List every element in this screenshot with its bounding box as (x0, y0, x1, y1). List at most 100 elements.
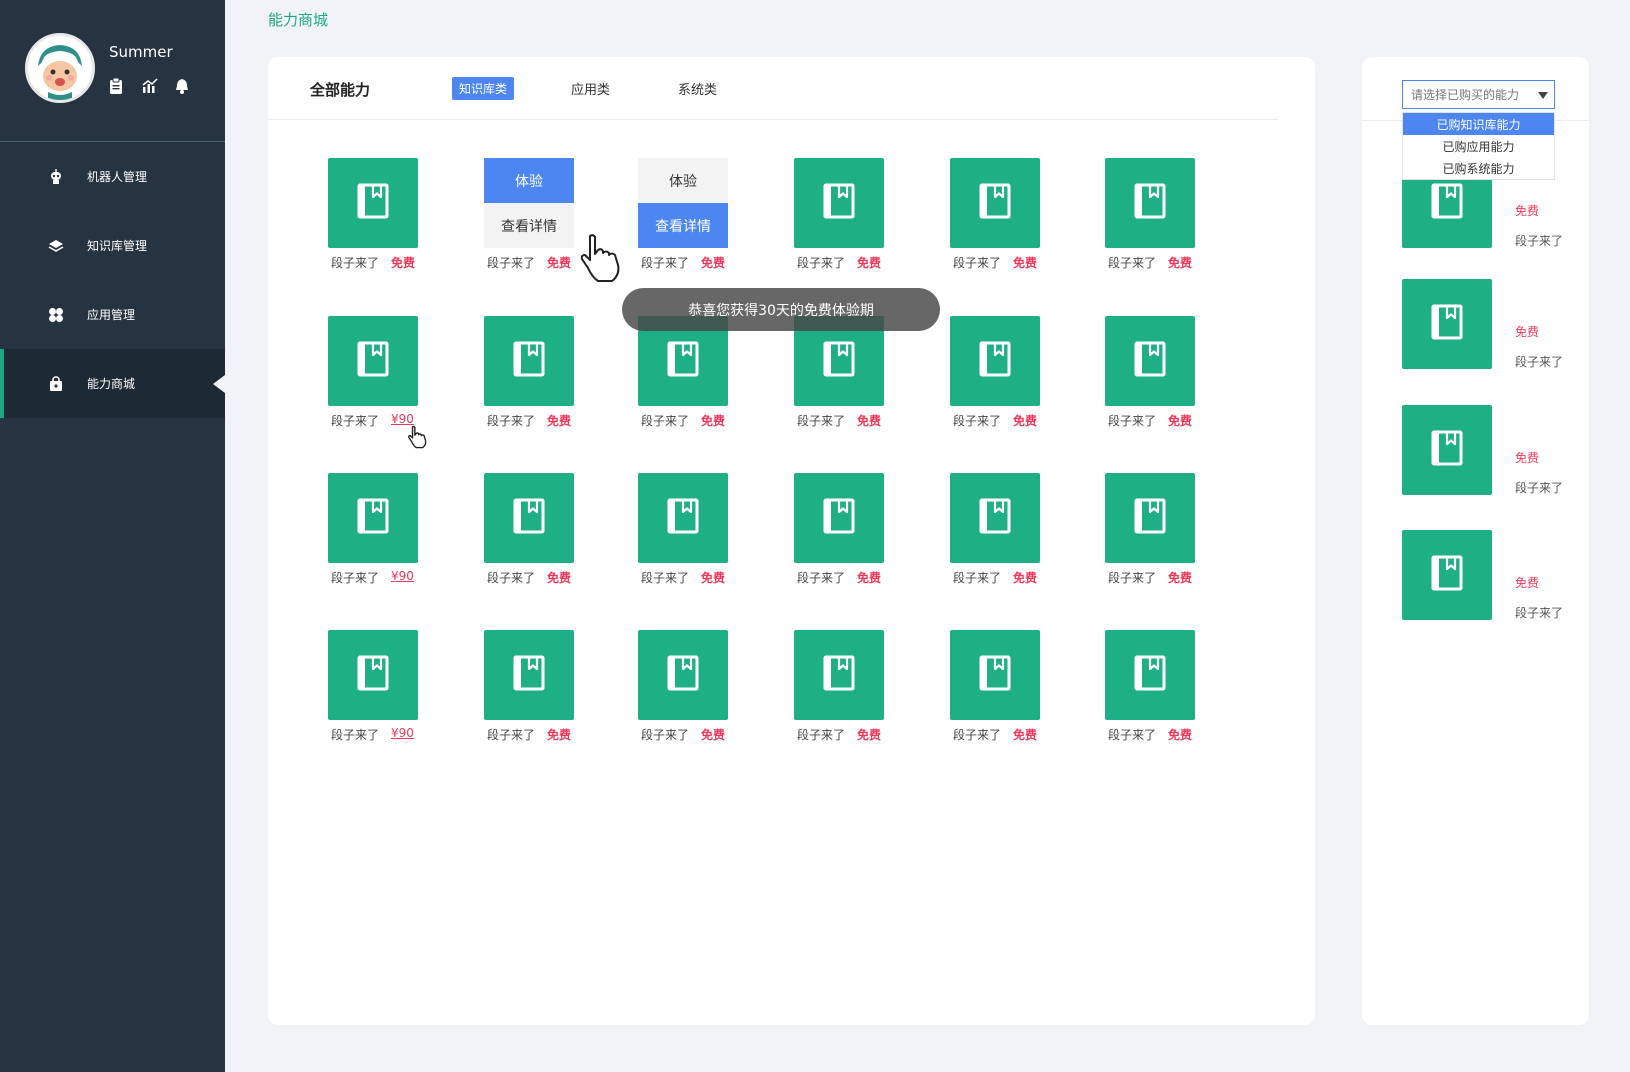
sidebar-item-robot-management[interactable]: 机器人管理 (0, 142, 225, 211)
hand-cursor-icon (407, 425, 431, 453)
tab-system[interactable]: 系统类 (678, 79, 717, 98)
ability-name: 段子来了 (1108, 728, 1157, 742)
ability-tile[interactable] (794, 630, 884, 720)
ability-tile[interactable] (950, 630, 1040, 720)
ability-name: 段子来了 (641, 571, 690, 585)
ability-tile[interactable] (1402, 530, 1492, 620)
ability-price: 免费 (1168, 256, 1193, 270)
ability-price: 免费 (1168, 728, 1193, 742)
ability-price: 免费 (1013, 256, 1038, 270)
ability-tile[interactable] (328, 316, 418, 406)
ability-tile[interactable] (950, 316, 1040, 406)
book-icon (1132, 653, 1168, 697)
ability-price[interactable]: ¥90 (391, 726, 414, 740)
tab-apps[interactable]: 应用类 (571, 79, 610, 98)
ability-tile[interactable] (1402, 279, 1492, 369)
book-icon (665, 339, 701, 383)
ability-tile[interactable] (1105, 316, 1195, 406)
ability-tile[interactable] (328, 630, 418, 720)
view-details-button[interactable]: 查看详情 (484, 203, 574, 248)
book-icon (977, 339, 1013, 383)
ability-tile[interactable] (484, 630, 574, 720)
book-icon (1132, 496, 1168, 540)
ability-tile[interactable] (328, 158, 418, 248)
ability-price: 免费 (857, 571, 882, 585)
tab-knowledge-base[interactable]: 知识库类 (452, 77, 515, 100)
sidebar-item-label: 应用管理 (87, 308, 136, 322)
ability-tile[interactable] (328, 473, 418, 563)
ability-price: 免费 (1515, 451, 1540, 465)
sidebar-item-label: 知识库管理 (87, 239, 148, 253)
ability-tile[interactable] (638, 473, 728, 563)
book-icon (1429, 428, 1465, 472)
ability-card: 段子来了 免费 (328, 158, 468, 276)
ability-price: 免费 (701, 728, 726, 742)
ability-card: 段子来了 免费 (1105, 158, 1245, 276)
ability-price: 免费 (701, 571, 726, 585)
ability-tile[interactable] (950, 158, 1040, 248)
ability-card: 段子来了 免费 (484, 630, 624, 748)
ability-card: 段子来了 免费 (794, 158, 934, 276)
ability-tile[interactable] (794, 158, 884, 248)
ability-price: 免费 (1168, 414, 1193, 428)
ability-tile[interactable] (950, 473, 1040, 563)
ability-tile[interactable] (1402, 405, 1492, 495)
book-icon (821, 181, 857, 225)
dropdown-option-system[interactable]: 已购系统能力 (1403, 157, 1554, 179)
book-icon (665, 653, 701, 697)
bell-icon[interactable] (175, 78, 191, 94)
try-button[interactable]: 体验 (484, 158, 574, 203)
sidebar-item-label: 能力商城 (87, 377, 136, 391)
ability-price: 免费 (547, 728, 572, 742)
ability-card: 段子来了 免费 (950, 630, 1090, 748)
avatar[interactable] (25, 33, 95, 103)
ability-tile[interactable] (794, 473, 884, 563)
ability-tile[interactable] (1105, 473, 1195, 563)
ability-price[interactable]: ¥90 (391, 412, 414, 426)
dropdown-option-apps[interactable]: 已购应用能力 (1403, 135, 1554, 157)
ability-name: 段子来了 (331, 414, 380, 428)
sidebar-item-app-management[interactable]: 应用管理 (0, 280, 225, 349)
ability-price: 免费 (1013, 414, 1038, 428)
ability-name: 段子来了 (1515, 606, 1564, 620)
sidebar-item-ability-store[interactable]: 能力商城 (0, 349, 225, 418)
apps-icon (47, 306, 65, 324)
book-icon (977, 181, 1013, 225)
ability-card: 段子来了 免费 (638, 473, 778, 591)
ability-tile[interactable] (638, 630, 728, 720)
ability-card: 段子来了 免费 (950, 316, 1090, 434)
breadcrumb[interactable]: 能力商城 (268, 9, 328, 30)
ability-card: 段子来了 ¥90 (328, 630, 468, 748)
chart-icon[interactable] (142, 78, 158, 94)
ability-price: 免费 (701, 256, 726, 270)
tab-all-abilities[interactable]: 全部能力 (310, 79, 370, 100)
ability-card: 段子来了 ¥90 (328, 473, 468, 591)
ability-price: 免费 (701, 414, 726, 428)
book-icon (511, 339, 547, 383)
ability-card: 段子来了 免费 (1105, 473, 1245, 591)
sidebar-item-knowledge-management[interactable]: 知识库管理 (0, 211, 225, 280)
username: Summer (109, 43, 173, 61)
ability-tile[interactable] (1105, 630, 1195, 720)
ability-price[interactable]: ¥90 (391, 569, 414, 583)
ability-name: 段子来了 (487, 728, 536, 742)
book-icon (1132, 181, 1168, 225)
book-icon (355, 181, 391, 225)
ability-tile[interactable] (484, 316, 574, 406)
book-icon (1429, 181, 1465, 225)
purchased-ability-select[interactable]: 请选择已购买的能力 (1402, 80, 1555, 109)
dropdown-option-knowledge[interactable]: 已购知识库能力 (1403, 113, 1554, 135)
ability-price: 免费 (547, 571, 572, 585)
ability-tile[interactable] (484, 473, 574, 563)
ability-name: 段子来了 (487, 256, 536, 270)
book-icon (977, 496, 1013, 540)
book-icon (355, 496, 391, 540)
book-icon (821, 496, 857, 540)
robot-icon (47, 168, 65, 186)
view-details-button[interactable]: 查看详情 (638, 203, 728, 248)
user-profile: Summer (0, 0, 225, 142)
ability-name: 段子来了 (641, 256, 690, 270)
clipboard-icon[interactable] (109, 77, 125, 94)
ability-tile[interactable] (1105, 158, 1195, 248)
try-button[interactable]: 体验 (638, 158, 728, 203)
